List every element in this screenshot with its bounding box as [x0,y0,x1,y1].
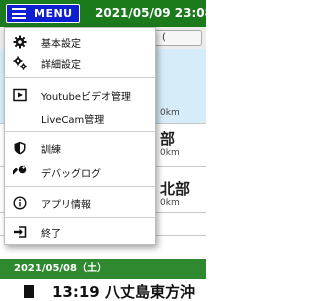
list-item-region: 北部 [160,180,191,198]
date-heading: 2021/05/08（土） [0,259,206,279]
menu-separator [5,186,155,187]
menu-button[interactable]: MENU [6,4,80,23]
menu-item-youtube-video[interactable]: Youtubeビデオ管理 [5,85,155,105]
menu-item-basic-settings[interactable]: 基本設定 [5,32,155,52]
exit-icon [13,225,27,239]
menu-item-livecam[interactable]: LiveCam管理 [5,108,155,128]
menu-separator [5,217,155,218]
menu-item-debug-log[interactable]: デバッグログ [5,162,155,182]
menu-button-label: MENU [34,7,73,20]
menu-item-label: デバッグログ [41,168,101,180]
app-header: MENU 2021/05/09 23:08: [0,0,218,27]
list-item-title: 13:19 八丈島東方沖 [52,283,195,301]
info-icon [13,196,27,210]
menu-separator [5,131,155,132]
shield-icon [13,141,27,155]
menu-item-app-info[interactable]: アプリ情報 [5,193,155,213]
menu-item-exit[interactable]: 終了 [5,222,155,242]
list-item-distance: 0km [160,148,180,158]
menu-item-advanced-settings[interactable]: 詳細設定 [5,53,155,73]
menu-item-label: 訓練 [41,144,61,156]
gear-icon [13,35,27,49]
list-item-distance: 0km [160,198,180,208]
marker-icon [24,285,34,298]
main-menu-dropdown: 基本設定 詳細設定 Youtubeビデオ管理 LiveCam管理 訓練 デバッグ… [4,27,156,245]
menu-item-label: 基本設定 [41,38,81,50]
menu-item-label: 詳細設定 [41,59,81,71]
menu-separator [5,77,155,78]
gears-icon [13,56,27,70]
hamburger-icon [12,8,26,19]
menu-item-label: Youtubeビデオ管理 [41,91,131,103]
play-icon [13,88,27,102]
menu-item-label: 終了 [41,228,61,240]
list-item-region: 部 [160,130,176,148]
list-item[interactable]: 13:19 八丈島東方沖 [0,279,206,301]
menu-item-label: アプリ情報 [41,199,91,211]
wrench-icon [13,165,27,179]
list-item-distance: 0km [160,108,180,118]
menu-item-training[interactable]: 訓練 [5,138,155,158]
current-datetime: 2021/05/09 23:08: [95,6,218,20]
menu-item-label: LiveCam管理 [41,114,105,126]
